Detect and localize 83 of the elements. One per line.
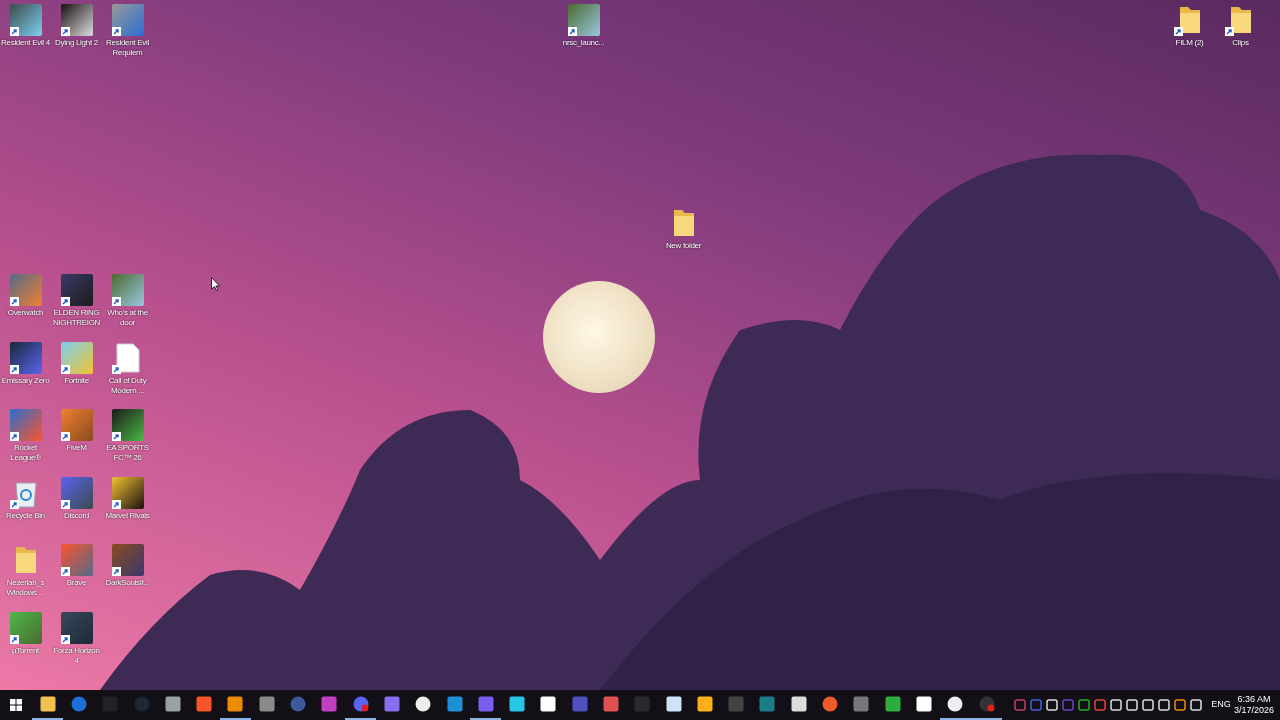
app-icon [60, 274, 93, 306]
app-icon [696, 696, 713, 712]
mouse-pointer-icon [211, 277, 220, 291]
app-icon [790, 696, 807, 712]
app-icon [60, 544, 93, 576]
app-icon [446, 696, 463, 712]
tray-icon[interactable] [1078, 699, 1091, 711]
app-icon [915, 696, 932, 712]
desktop-icon-label[interactable]: Clips [1232, 38, 1249, 48]
desktop-icon-label[interactable]: DarkSoulsII... [105, 578, 150, 588]
clock-time: 6:36 AM [1237, 694, 1271, 705]
folder-icon [1177, 5, 1202, 35]
app-icon [60, 341, 93, 374]
app-icon [60, 476, 93, 509]
app-icon [634, 696, 651, 712]
app-icon [571, 696, 588, 712]
app-icon [540, 696, 557, 712]
app-icon [978, 696, 995, 712]
app-icon [39, 696, 56, 712]
app-icon [9, 341, 42, 374]
app-icon [111, 409, 144, 441]
desktop-icon-label[interactable]: Who's at the door [102, 308, 153, 328]
app-icon [111, 544, 144, 576]
desktop-icon-label[interactable]: Call of Duty Modern ... [102, 375, 153, 396]
desktop-icon-label[interactable]: Marvel Rivals [105, 510, 150, 521]
app-icon [258, 696, 275, 712]
app-icon [759, 696, 776, 712]
app-icon [383, 696, 400, 712]
app-icon [477, 696, 494, 712]
desktop-icon-label[interactable]: EA SPORTS FC™ 26 [102, 443, 153, 463]
tray-icon[interactable] [1174, 699, 1187, 711]
app-icon [665, 696, 682, 712]
desktop-icon-label[interactable]: New folder [665, 241, 702, 251]
app-icon [509, 696, 526, 712]
app-icon [133, 696, 150, 712]
app-icon [415, 696, 432, 712]
app-icon [9, 611, 42, 644]
app-icon [567, 4, 600, 36]
desktop-icon-label[interactable]: Recycle Bin [6, 510, 45, 521]
app-icon [60, 409, 93, 441]
app-icon [196, 696, 213, 712]
desktop-icon-label[interactable]: Discord [64, 510, 89, 521]
app-icon [352, 696, 369, 712]
desktop-icon-label[interactable]: Brave [66, 578, 87, 588]
app-icon [853, 696, 870, 712]
app-icon [603, 696, 619, 712]
app-icon [321, 696, 338, 712]
windows-logo-icon [10, 699, 22, 711]
desktop-icon-label[interactable]: Resident Evil 4 [1, 38, 50, 48]
app-icon [9, 4, 42, 36]
desktop-icon-label[interactable]: FiveM [66, 443, 87, 453]
desktop-icon-label[interactable]: FILM (2) [1175, 38, 1204, 48]
document-icon [115, 342, 140, 373]
app-icon [60, 4, 93, 36]
app-icon [728, 696, 745, 712]
clock-date: 3/17/2026 [1233, 705, 1274, 716]
desktop-icon-label[interactable]: Dying Light 2 [55, 38, 98, 48]
desktop-icon-label[interactable]: Resident Evil Requiem [102, 38, 153, 58]
clock[interactable]: 6:36 AM 3/17/2026 [1233, 694, 1274, 716]
desktop-icon-label[interactable]: Nezeriah_s Windows ... [0, 578, 51, 598]
app-icon [9, 409, 42, 441]
app-icon [947, 696, 964, 712]
desktop-icon-label[interactable]: Rocket League® [0, 443, 51, 463]
desktop-icon-label[interactable]: Forza Horizon 4 [51, 645, 102, 666]
app-icon [822, 696, 839, 712]
language-indicator[interactable]: ENG [1211, 698, 1231, 712]
app-icon [9, 274, 42, 306]
desktop-icon-label[interactable]: Emissary Zero [1, 375, 50, 386]
desktop-icon-label[interactable]: Overwatch [7, 308, 44, 318]
desktop-icon-label[interactable]: Fortnite [64, 375, 89, 386]
app-icon [111, 274, 144, 306]
desktop-icon-label[interactable]: ELDEN RING NIGHTREIGN [51, 308, 102, 328]
app-icon [290, 696, 306, 712]
app-icon [227, 696, 244, 712]
app-icon [70, 696, 87, 712]
folder-icon [1228, 5, 1253, 35]
app-icon [111, 4, 144, 36]
app-icon [60, 611, 93, 644]
desktop-icon-label[interactable]: nrsc_launc... [562, 38, 605, 48]
desktop-icon-label[interactable]: µTorrent [11, 645, 40, 656]
app-icon [111, 476, 144, 509]
app-icon [884, 696, 901, 712]
app-icon [164, 696, 181, 712]
